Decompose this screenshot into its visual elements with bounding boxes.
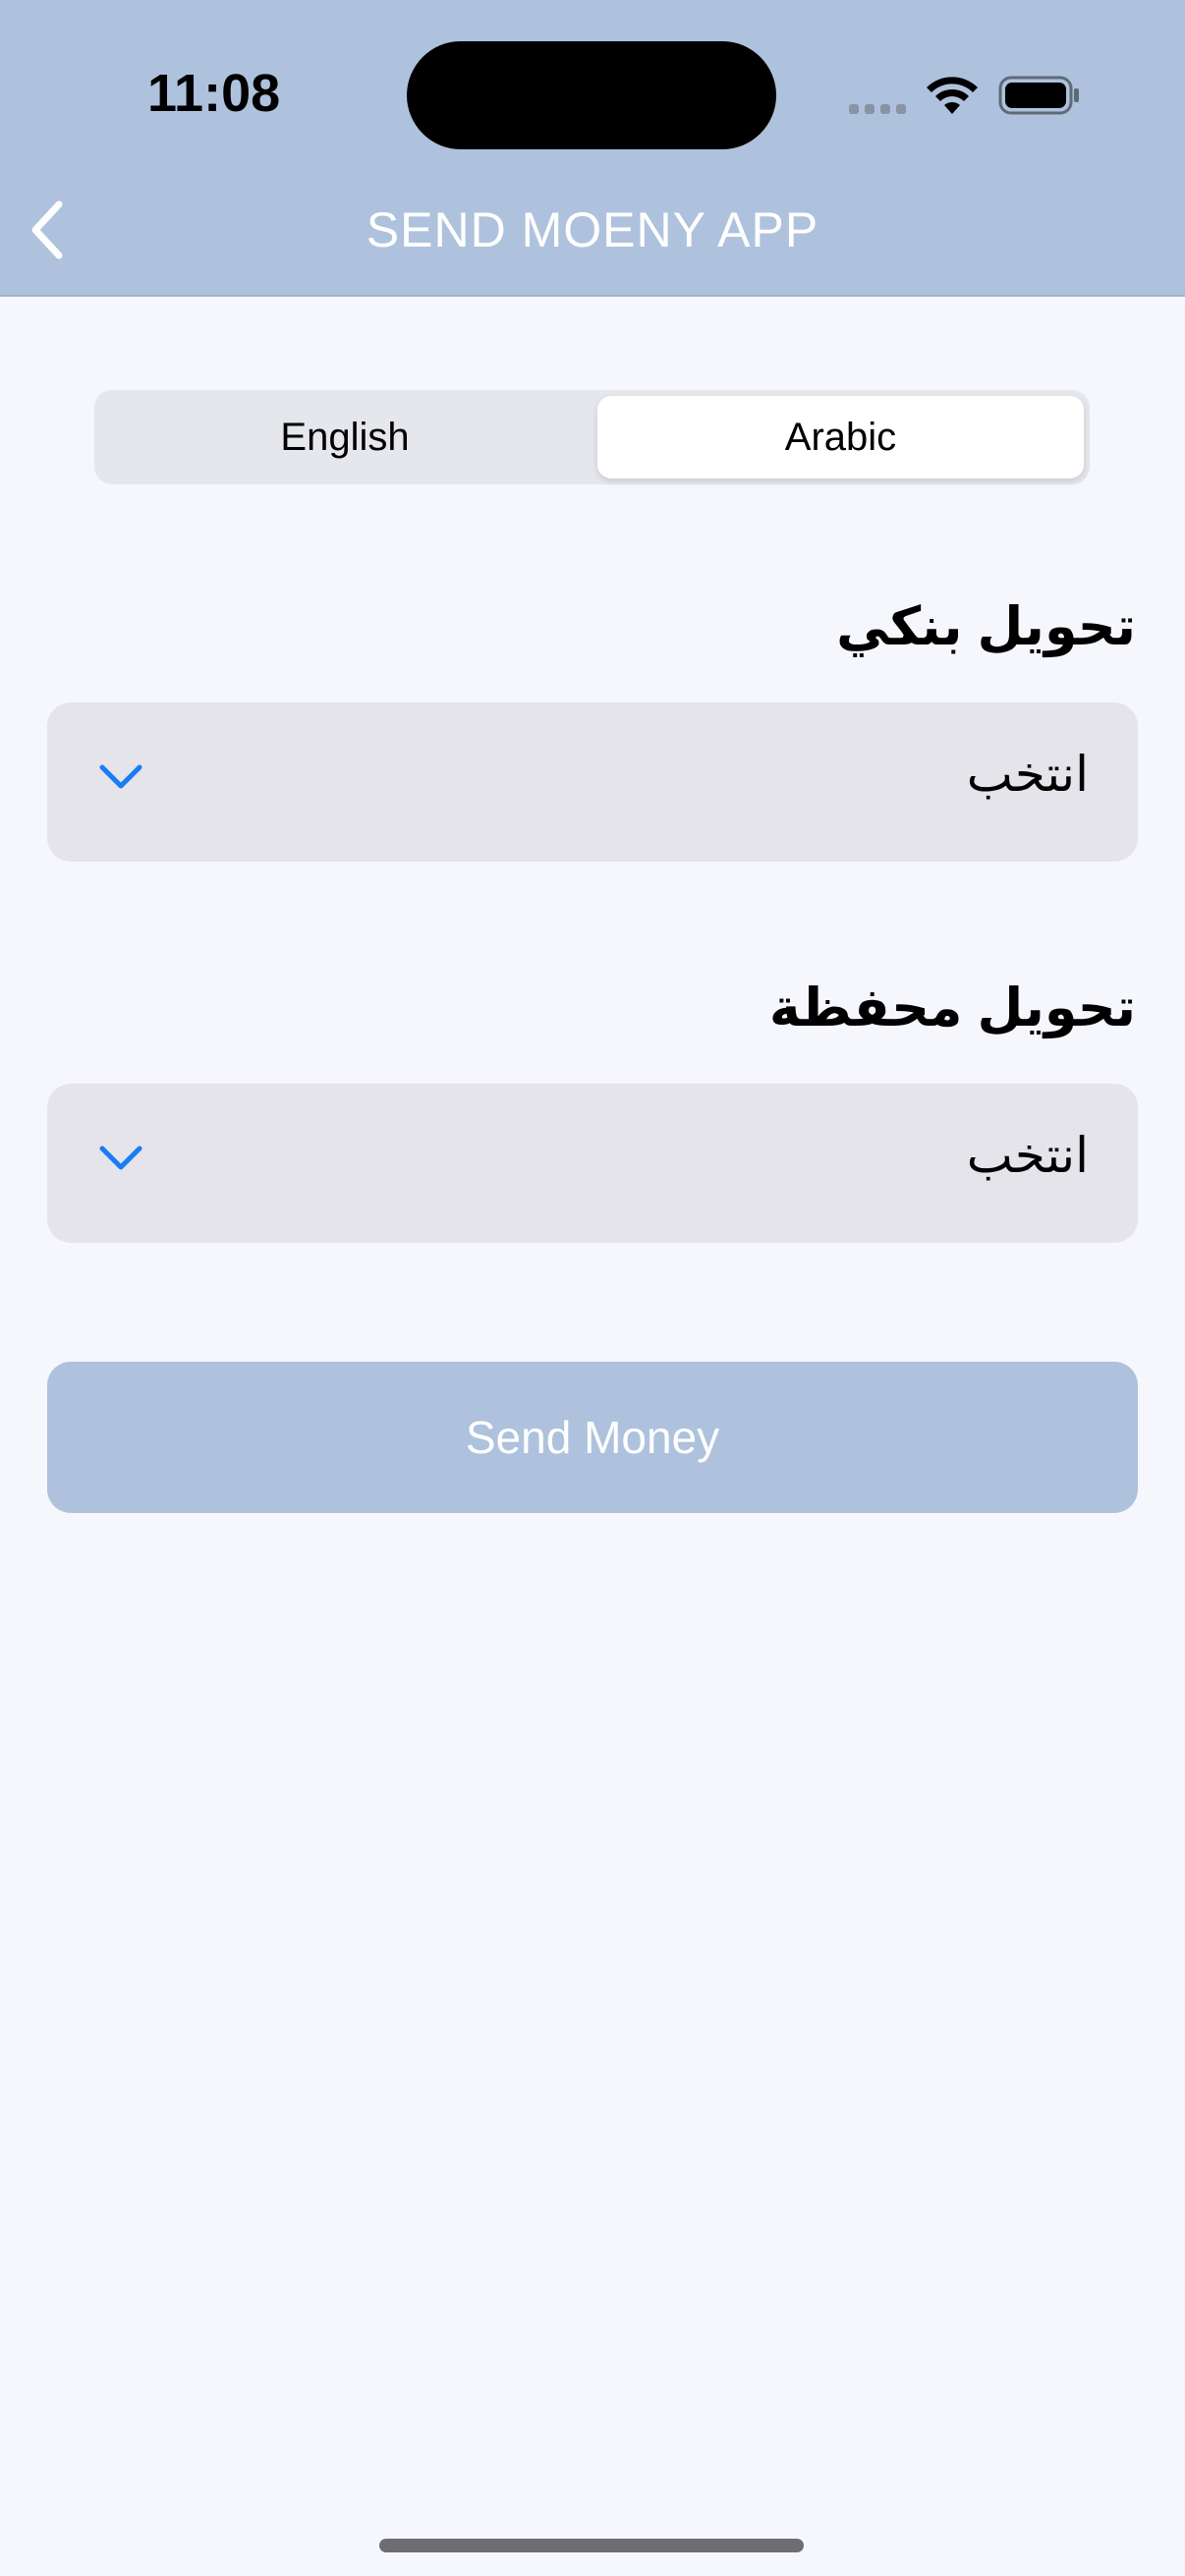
- chevron-down-icon: [99, 1146, 142, 1170]
- dynamic-island: [407, 41, 776, 149]
- wallet-transfer-title: تحويل محفظة: [768, 979, 1136, 1037]
- language-segmented-control: English Arabic: [94, 390, 1090, 484]
- status-time: 11:08: [147, 64, 281, 123]
- send-money-button[interactable]: Send Money: [47, 1362, 1138, 1513]
- bank-transfer-title: تحويل بنكي: [836, 597, 1136, 656]
- chevron-down-icon: [99, 764, 142, 789]
- page-title: SEND MOENY APP: [366, 202, 819, 257]
- segment-arabic[interactable]: Arabic: [597, 396, 1084, 478]
- cellular-signal-icon: [849, 104, 906, 114]
- wifi-icon: [927, 77, 978, 114]
- bank-transfer-dropdown[interactable]: انتخب: [47, 702, 1138, 862]
- bank-transfer-value: انتخب: [966, 747, 1089, 802]
- segment-english[interactable]: English: [100, 396, 590, 478]
- navigation-header: 11:08 SEND MOENY APP: [0, 0, 1185, 297]
- battery-icon: [998, 76, 1079, 115]
- wallet-transfer-value: انتخب: [966, 1128, 1089, 1183]
- home-indicator: [379, 2539, 804, 2552]
- wallet-transfer-dropdown[interactable]: انتخب: [47, 1084, 1138, 1243]
